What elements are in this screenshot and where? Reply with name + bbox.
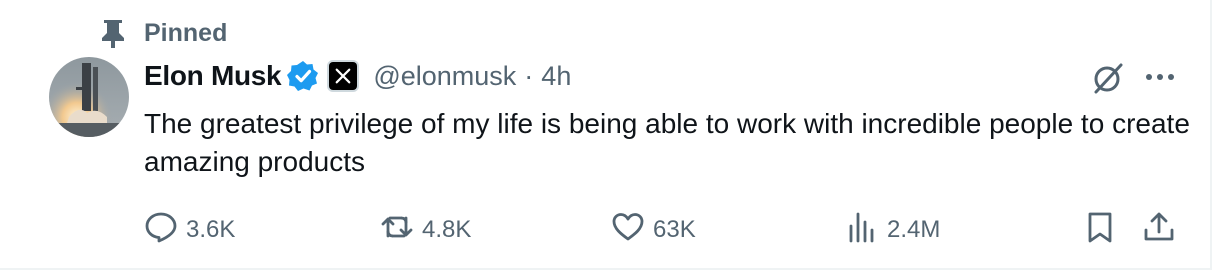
share-icon [1142,210,1176,251]
tweet-text: The greatest privilege of my life is bei… [144,108,1190,177]
repost-icon [380,210,414,251]
heart-icon [611,210,645,251]
repost-count: 4.8K [422,216,472,243]
tweet-card[interactable]: Pinned Elon Musk @elonmusk · 4h The grea… [0,0,1212,270]
x-logo-icon[interactable] [329,62,358,90]
views-count: 2.4M [887,216,941,243]
bookmark-button[interactable] [1083,210,1117,250]
author-name[interactable]: Elon Musk [144,60,282,92]
views-icon [845,210,879,251]
separator-dot: · [524,60,534,91]
reply-button[interactable]: 3.6K [144,210,235,250]
pinned-indicator: Pinned [100,16,227,50]
author-handle[interactable]: @elonmusk [373,61,516,92]
like-button[interactable]: 63K [611,210,696,250]
reply-icon [144,210,178,251]
grok-icon[interactable] [1091,61,1125,95]
pin-icon [100,18,126,48]
verified-badge-icon[interactable] [287,60,319,92]
pinned-label: Pinned [144,18,228,47]
views-button[interactable]: 2.4M [845,210,940,250]
tweet-timestamp[interactable]: 4h [541,61,571,92]
tweet-header: Elon Musk @elonmusk · 4h [144,56,571,96]
bookmark-icon [1083,210,1117,251]
repost-button[interactable]: 4.8K [380,210,471,250]
like-count: 63K [653,216,696,243]
avatar[interactable] [49,57,129,137]
share-button[interactable] [1142,210,1176,250]
more-icon[interactable] [1142,64,1178,90]
reply-count: 3.6K [186,216,236,243]
